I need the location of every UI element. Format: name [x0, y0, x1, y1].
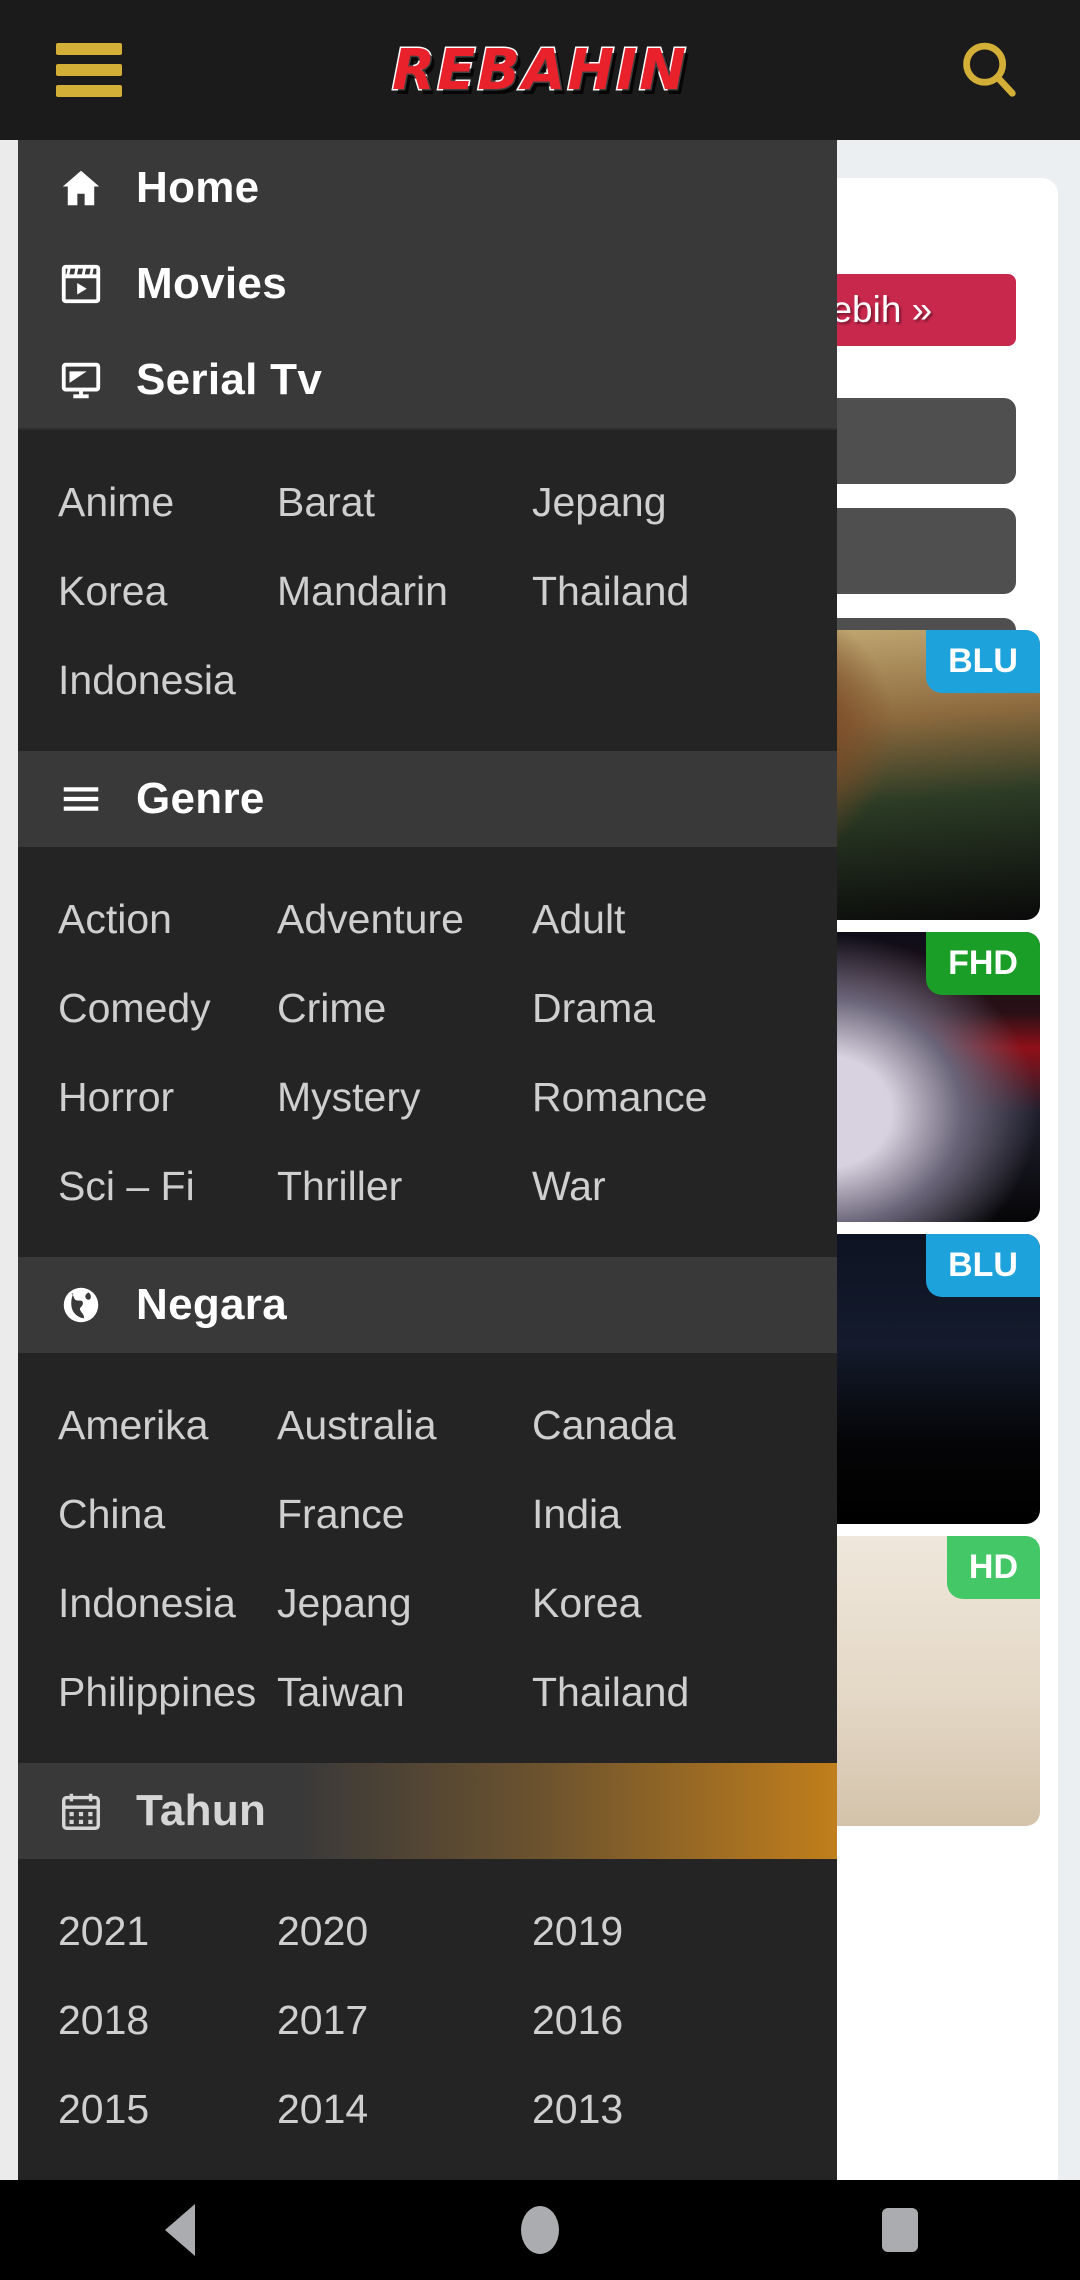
negara-item-france[interactable]: France	[255, 1470, 510, 1559]
serial-tv-submenu: Anime Barat Jepang Korea Mandarin Thaila…	[0, 430, 837, 751]
submenu-row: Amerika Australia Canada	[0, 1381, 837, 1470]
negara-item-australia[interactable]: Australia	[255, 1381, 510, 1470]
negara-item-china[interactable]: China	[0, 1470, 255, 1559]
section-label: Tahun	[136, 1786, 267, 1835]
hamburger-icon[interactable]	[56, 43, 122, 97]
drawer-edge	[0, 140, 18, 2180]
submenu-row: Indonesia	[0, 636, 837, 725]
submenu-item-korea[interactable]: Korea	[0, 547, 255, 636]
tahun-item-2012[interactable]: 2012	[0, 2154, 255, 2180]
negara-item-philippines[interactable]: Philippines	[0, 1648, 256, 1737]
genre-item-thriller[interactable]: Thriller	[255, 1142, 510, 1231]
navigation-drawer: Home Movies Serial Tv Anime Barat Jepang…	[0, 140, 837, 2180]
submenu-row: 2015 2014 2013	[0, 2065, 837, 2154]
submenu-row: Action Adventure Adult	[0, 875, 837, 964]
submenu-item-barat[interactable]: Barat	[255, 458, 510, 547]
submenu-item-anime[interactable]: Anime	[0, 458, 255, 547]
submenu-item-indonesia[interactable]: Indonesia	[0, 636, 255, 725]
search-icon[interactable]	[954, 35, 1024, 105]
tv-monitor-icon	[58, 357, 110, 403]
negara-submenu: Amerika Australia Canada China France In…	[0, 1353, 837, 1763]
quality-badge: HD	[946, 1536, 1040, 1599]
home-icon	[58, 165, 110, 211]
submenu-row: 2012 2011 2010	[0, 2154, 837, 2180]
submenu-item-thailand[interactable]: Thailand	[510, 547, 765, 636]
tahun-item-2018[interactable]: 2018	[0, 1976, 255, 2065]
app-screen: at Lebih » aru 14m BLU n & Jody(2022) FH…	[0, 0, 1080, 2280]
list-lines-icon	[58, 776, 110, 822]
back-triangle-icon[interactable]	[120, 2180, 240, 2280]
tahun-item-2015[interactable]: 2015	[0, 2065, 255, 2154]
android-nav-bar	[0, 2180, 1080, 2280]
submenu-row: Indonesia Jepang Korea	[0, 1559, 837, 1648]
negara-item-canada[interactable]: Canada	[510, 1381, 765, 1470]
tahun-item-2011[interactable]: 2011	[255, 2154, 510, 2180]
tahun-submenu: 2021 2020 2019 2018 2017 2016 2015 2014 …	[0, 1859, 837, 2180]
submenu-row: 2021 2020 2019	[0, 1887, 837, 1976]
genre-submenu: Action Adventure Adult Comedy Crime Dram…	[0, 847, 837, 1257]
genre-item-drama[interactable]: Drama	[510, 964, 765, 1053]
negara-item-indonesia[interactable]: Indonesia	[0, 1559, 255, 1648]
tahun-item-2021[interactable]: 2021	[0, 1887, 255, 1976]
submenu-row: Philippines Taiwan Thailand	[0, 1648, 837, 1737]
negara-item-india[interactable]: India	[510, 1470, 765, 1559]
section-label: Genre	[136, 774, 265, 823]
sidebar-item-movies[interactable]: Movies	[0, 236, 837, 332]
tahun-highlight-glow	[300, 1763, 837, 1859]
genre-item-adult[interactable]: Adult	[510, 875, 765, 964]
sidebar-item-label: Movies	[136, 259, 287, 308]
genre-item-romance[interactable]: Romance	[510, 1053, 765, 1142]
submenu-row: 2018 2017 2016	[0, 1976, 837, 2065]
quality-badge: BLU	[926, 1234, 1040, 1297]
sidebar-section-tahun[interactable]: Tahun	[0, 1763, 837, 1859]
sidebar-item-label: Home	[136, 163, 260, 212]
genre-item-crime[interactable]: Crime	[255, 964, 510, 1053]
section-label: Negara	[136, 1280, 287, 1329]
genre-item-horror[interactable]: Horror	[0, 1053, 255, 1142]
negara-item-jepang[interactable]: Jepang	[255, 1559, 510, 1648]
tahun-item-2017[interactable]: 2017	[255, 1976, 510, 2065]
app-logo: REBAHIN	[0, 36, 1080, 104]
genre-item-mystery[interactable]: Mystery	[255, 1053, 510, 1142]
tahun-item-2019[interactable]: 2019	[510, 1887, 765, 1976]
home-circle-icon[interactable]	[480, 2180, 600, 2280]
quality-badge: BLU	[926, 630, 1040, 693]
calendar-icon	[58, 1788, 110, 1834]
genre-item-action[interactable]: Action	[0, 875, 255, 964]
genre-item-comedy[interactable]: Comedy	[0, 964, 255, 1053]
submenu-row: Comedy Crime Drama	[0, 964, 837, 1053]
recents-square-icon[interactable]	[840, 2180, 960, 2280]
submenu-item-mandarin[interactable]: Mandarin	[255, 547, 510, 636]
sidebar-item-label: Serial Tv	[136, 355, 323, 404]
tahun-item-2013[interactable]: 2013	[510, 2065, 765, 2154]
sidebar-section-genre[interactable]: Genre	[0, 751, 837, 847]
submenu-row: Anime Barat Jepang	[0, 458, 837, 547]
sidebar-item-serial-tv[interactable]: Serial Tv	[0, 332, 837, 428]
tahun-item-2014[interactable]: 2014	[255, 2065, 510, 2154]
app-logo-text: REBAHIN	[391, 36, 688, 104]
tahun-item-2010[interactable]: 2010	[510, 2154, 765, 2180]
genre-item-scifi[interactable]: Sci – Fi	[0, 1142, 255, 1231]
submenu-row: China France India	[0, 1470, 837, 1559]
tahun-item-2020[interactable]: 2020	[255, 1887, 510, 1976]
submenu-item-jepang[interactable]: Jepang	[510, 458, 765, 547]
genre-item-adventure[interactable]: Adventure	[255, 875, 510, 964]
app-bar: REBAHIN	[0, 0, 1080, 140]
genre-item-war[interactable]: War	[510, 1142, 765, 1231]
clapperboard-icon	[58, 261, 110, 307]
sidebar-section-negara[interactable]: Negara	[0, 1257, 837, 1353]
negara-item-amerika[interactable]: Amerika	[0, 1381, 255, 1470]
tahun-item-2016[interactable]: 2016	[510, 1976, 765, 2065]
negara-item-taiwan[interactable]: Taiwan	[255, 1648, 510, 1737]
negara-item-korea[interactable]: Korea	[510, 1559, 765, 1648]
negara-item-thailand[interactable]: Thailand	[510, 1648, 765, 1737]
globe-icon	[58, 1282, 110, 1328]
submenu-row: Sci – Fi Thriller War	[0, 1142, 837, 1231]
submenu-row: Korea Mandarin Thailand	[0, 547, 837, 636]
submenu-row: Horror Mystery Romance	[0, 1053, 837, 1142]
quality-badge: FHD	[926, 932, 1040, 995]
sidebar-item-home[interactable]: Home	[0, 140, 837, 236]
